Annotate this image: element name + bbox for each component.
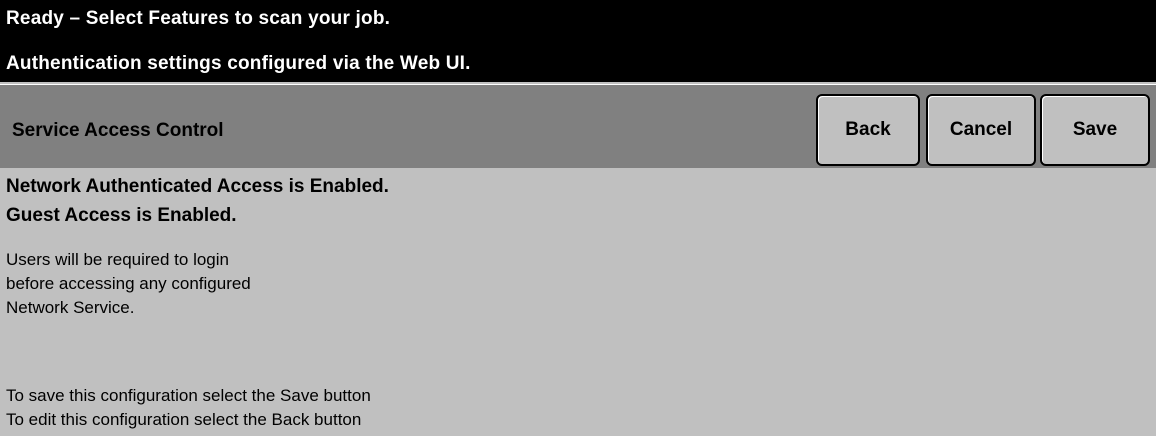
save-button[interactable]: Save — [1040, 94, 1150, 166]
status-message: Ready – Select Features to scan your job… — [6, 8, 391, 29]
content-panel: Network Authenticated Access is Enabled.… — [0, 168, 1156, 436]
save-instruction: To save this configuration select the Sa… — [6, 386, 371, 405]
description-line: before accessing any configured — [6, 274, 251, 293]
status-bar: Ready – Select Features to scan your job… — [0, 0, 1156, 82]
back-button[interactable]: Back — [816, 94, 920, 166]
description-line: Users will be required to login — [6, 250, 229, 269]
network-auth-status: Network Authenticated Access is Enabled. — [6, 176, 389, 197]
edit-instruction: To edit this configuration select the Ba… — [6, 410, 362, 429]
page-title: Service Access Control — [12, 120, 224, 141]
guest-access-status: Guest Access is Enabled. — [6, 205, 237, 226]
description-line: Network Service. — [6, 298, 135, 317]
cancel-button[interactable]: Cancel — [926, 94, 1036, 166]
header-bar: Service Access Control Back Cancel Save — [0, 84, 1156, 168]
auth-status-message: Authentication settings configured via t… — [6, 53, 471, 74]
